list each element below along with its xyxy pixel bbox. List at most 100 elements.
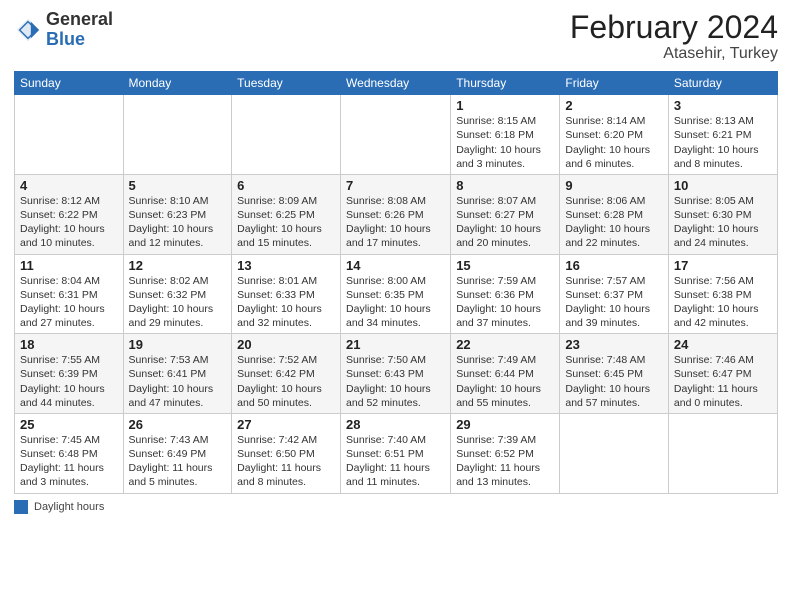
calendar-cell: 15Sunrise: 7:59 AM Sunset: 6:36 PM Dayli…: [451, 254, 560, 334]
day-info: Sunrise: 8:01 AM Sunset: 6:33 PM Dayligh…: [237, 274, 335, 331]
calendar-cell: 29Sunrise: 7:39 AM Sunset: 6:52 PM Dayli…: [451, 413, 560, 493]
day-info: Sunrise: 8:10 AM Sunset: 6:23 PM Dayligh…: [129, 194, 227, 251]
footer-label: Daylight hours: [34, 501, 104, 513]
day-info: Sunrise: 7:56 AM Sunset: 6:38 PM Dayligh…: [674, 274, 772, 331]
day-info: Sunrise: 8:05 AM Sunset: 6:30 PM Dayligh…: [674, 194, 772, 251]
day-number: 25: [20, 417, 118, 432]
day-info: Sunrise: 7:57 AM Sunset: 6:37 PM Dayligh…: [565, 274, 663, 331]
calendar-cell: 21Sunrise: 7:50 AM Sunset: 6:43 PM Dayli…: [341, 334, 451, 414]
day-info: Sunrise: 7:52 AM Sunset: 6:42 PM Dayligh…: [237, 353, 335, 410]
day-number: 16: [565, 258, 663, 273]
calendar-cell: 25Sunrise: 7:45 AM Sunset: 6:48 PM Dayli…: [15, 413, 124, 493]
day-number: 20: [237, 337, 335, 352]
title-block: February 2024 Atasehir, Turkey: [570, 10, 778, 63]
calendar-cell: 3Sunrise: 8:13 AM Sunset: 6:21 PM Daylig…: [668, 95, 777, 175]
day-info: Sunrise: 8:02 AM Sunset: 6:32 PM Dayligh…: [129, 274, 227, 331]
day-number: 24: [674, 337, 772, 352]
calendar-cell: 6Sunrise: 8:09 AM Sunset: 6:25 PM Daylig…: [232, 174, 341, 254]
day-info: Sunrise: 7:46 AM Sunset: 6:47 PM Dayligh…: [674, 353, 772, 410]
day-info: Sunrise: 8:12 AM Sunset: 6:22 PM Dayligh…: [20, 194, 118, 251]
day-number: 2: [565, 98, 663, 113]
calendar-cell: 14Sunrise: 8:00 AM Sunset: 6:35 PM Dayli…: [341, 254, 451, 334]
day-number: 1: [456, 98, 554, 113]
day-number: 12: [129, 258, 227, 273]
calendar-cell: [560, 413, 669, 493]
calendar-week-3: 18Sunrise: 7:55 AM Sunset: 6:39 PM Dayli…: [15, 334, 778, 414]
day-number: 5: [129, 178, 227, 193]
calendar-cell: 16Sunrise: 7:57 AM Sunset: 6:37 PM Dayli…: [560, 254, 669, 334]
calendar-cell: 13Sunrise: 8:01 AM Sunset: 6:33 PM Dayli…: [232, 254, 341, 334]
calendar-header-saturday: Saturday: [668, 72, 777, 95]
subtitle: Atasehir, Turkey: [570, 45, 778, 63]
day-info: Sunrise: 7:39 AM Sunset: 6:52 PM Dayligh…: [456, 433, 554, 490]
calendar-cell: [668, 413, 777, 493]
day-info: Sunrise: 7:43 AM Sunset: 6:49 PM Dayligh…: [129, 433, 227, 490]
day-number: 9: [565, 178, 663, 193]
day-number: 21: [346, 337, 445, 352]
calendar-cell: 18Sunrise: 7:55 AM Sunset: 6:39 PM Dayli…: [15, 334, 124, 414]
calendar-cell: 24Sunrise: 7:46 AM Sunset: 6:47 PM Dayli…: [668, 334, 777, 414]
calendar-cell: 8Sunrise: 8:07 AM Sunset: 6:27 PM Daylig…: [451, 174, 560, 254]
day-number: 28: [346, 417, 445, 432]
page: General Blue February 2024 Atasehir, Tur…: [0, 0, 792, 612]
calendar-cell: [15, 95, 124, 175]
calendar-header-friday: Friday: [560, 72, 669, 95]
day-number: 6: [237, 178, 335, 193]
day-number: 10: [674, 178, 772, 193]
calendar-cell: [123, 95, 232, 175]
calendar-cell: 4Sunrise: 8:12 AM Sunset: 6:22 PM Daylig…: [15, 174, 124, 254]
day-info: Sunrise: 8:00 AM Sunset: 6:35 PM Dayligh…: [346, 274, 445, 331]
calendar-header-row: SundayMondayTuesdayWednesdayThursdayFrid…: [15, 72, 778, 95]
calendar-cell: 2Sunrise: 8:14 AM Sunset: 6:20 PM Daylig…: [560, 95, 669, 175]
calendar-week-0: 1Sunrise: 8:15 AM Sunset: 6:18 PM Daylig…: [15, 95, 778, 175]
footer: Daylight hours: [14, 500, 778, 514]
calendar-header-wednesday: Wednesday: [341, 72, 451, 95]
calendar-week-4: 25Sunrise: 7:45 AM Sunset: 6:48 PM Dayli…: [15, 413, 778, 493]
day-info: Sunrise: 8:13 AM Sunset: 6:21 PM Dayligh…: [674, 114, 772, 171]
day-info: Sunrise: 7:50 AM Sunset: 6:43 PM Dayligh…: [346, 353, 445, 410]
calendar-cell: 10Sunrise: 8:05 AM Sunset: 6:30 PM Dayli…: [668, 174, 777, 254]
calendar-cell: 12Sunrise: 8:02 AM Sunset: 6:32 PM Dayli…: [123, 254, 232, 334]
day-number: 13: [237, 258, 335, 273]
calendar-header-sunday: Sunday: [15, 72, 124, 95]
day-info: Sunrise: 7:59 AM Sunset: 6:36 PM Dayligh…: [456, 274, 554, 331]
logo-text: General Blue: [46, 10, 113, 50]
day-number: 8: [456, 178, 554, 193]
day-info: Sunrise: 8:04 AM Sunset: 6:31 PM Dayligh…: [20, 274, 118, 331]
day-number: 18: [20, 337, 118, 352]
day-number: 3: [674, 98, 772, 113]
day-number: 19: [129, 337, 227, 352]
calendar-cell: [341, 95, 451, 175]
main-title: February 2024: [570, 10, 778, 45]
calendar-header-monday: Monday: [123, 72, 232, 95]
calendar-cell: 1Sunrise: 8:15 AM Sunset: 6:18 PM Daylig…: [451, 95, 560, 175]
day-number: 27: [237, 417, 335, 432]
day-number: 17: [674, 258, 772, 273]
calendar-cell: 17Sunrise: 7:56 AM Sunset: 6:38 PM Dayli…: [668, 254, 777, 334]
day-info: Sunrise: 7:42 AM Sunset: 6:50 PM Dayligh…: [237, 433, 335, 490]
calendar-cell: 5Sunrise: 8:10 AM Sunset: 6:23 PM Daylig…: [123, 174, 232, 254]
generalblue-logo-icon: [14, 16, 42, 44]
day-info: Sunrise: 7:49 AM Sunset: 6:44 PM Dayligh…: [456, 353, 554, 410]
calendar-cell: 28Sunrise: 7:40 AM Sunset: 6:51 PM Dayli…: [341, 413, 451, 493]
calendar-week-2: 11Sunrise: 8:04 AM Sunset: 6:31 PM Dayli…: [15, 254, 778, 334]
day-info: Sunrise: 8:07 AM Sunset: 6:27 PM Dayligh…: [456, 194, 554, 251]
day-number: 26: [129, 417, 227, 432]
day-info: Sunrise: 8:08 AM Sunset: 6:26 PM Dayligh…: [346, 194, 445, 251]
day-number: 11: [20, 258, 118, 273]
day-info: Sunrise: 7:48 AM Sunset: 6:45 PM Dayligh…: [565, 353, 663, 410]
calendar-week-1: 4Sunrise: 8:12 AM Sunset: 6:22 PM Daylig…: [15, 174, 778, 254]
calendar-cell: 11Sunrise: 8:04 AM Sunset: 6:31 PM Dayli…: [15, 254, 124, 334]
day-number: 14: [346, 258, 445, 273]
calendar-header-tuesday: Tuesday: [232, 72, 341, 95]
calendar-cell: 26Sunrise: 7:43 AM Sunset: 6:49 PM Dayli…: [123, 413, 232, 493]
calendar-cell: 20Sunrise: 7:52 AM Sunset: 6:42 PM Dayli…: [232, 334, 341, 414]
calendar-cell: 22Sunrise: 7:49 AM Sunset: 6:44 PM Dayli…: [451, 334, 560, 414]
header: General Blue February 2024 Atasehir, Tur…: [14, 10, 778, 63]
day-number: 7: [346, 178, 445, 193]
day-info: Sunrise: 7:40 AM Sunset: 6:51 PM Dayligh…: [346, 433, 445, 490]
day-number: 15: [456, 258, 554, 273]
day-number: 4: [20, 178, 118, 193]
calendar-cell: 19Sunrise: 7:53 AM Sunset: 6:41 PM Dayli…: [123, 334, 232, 414]
day-info: Sunrise: 7:55 AM Sunset: 6:39 PM Dayligh…: [20, 353, 118, 410]
